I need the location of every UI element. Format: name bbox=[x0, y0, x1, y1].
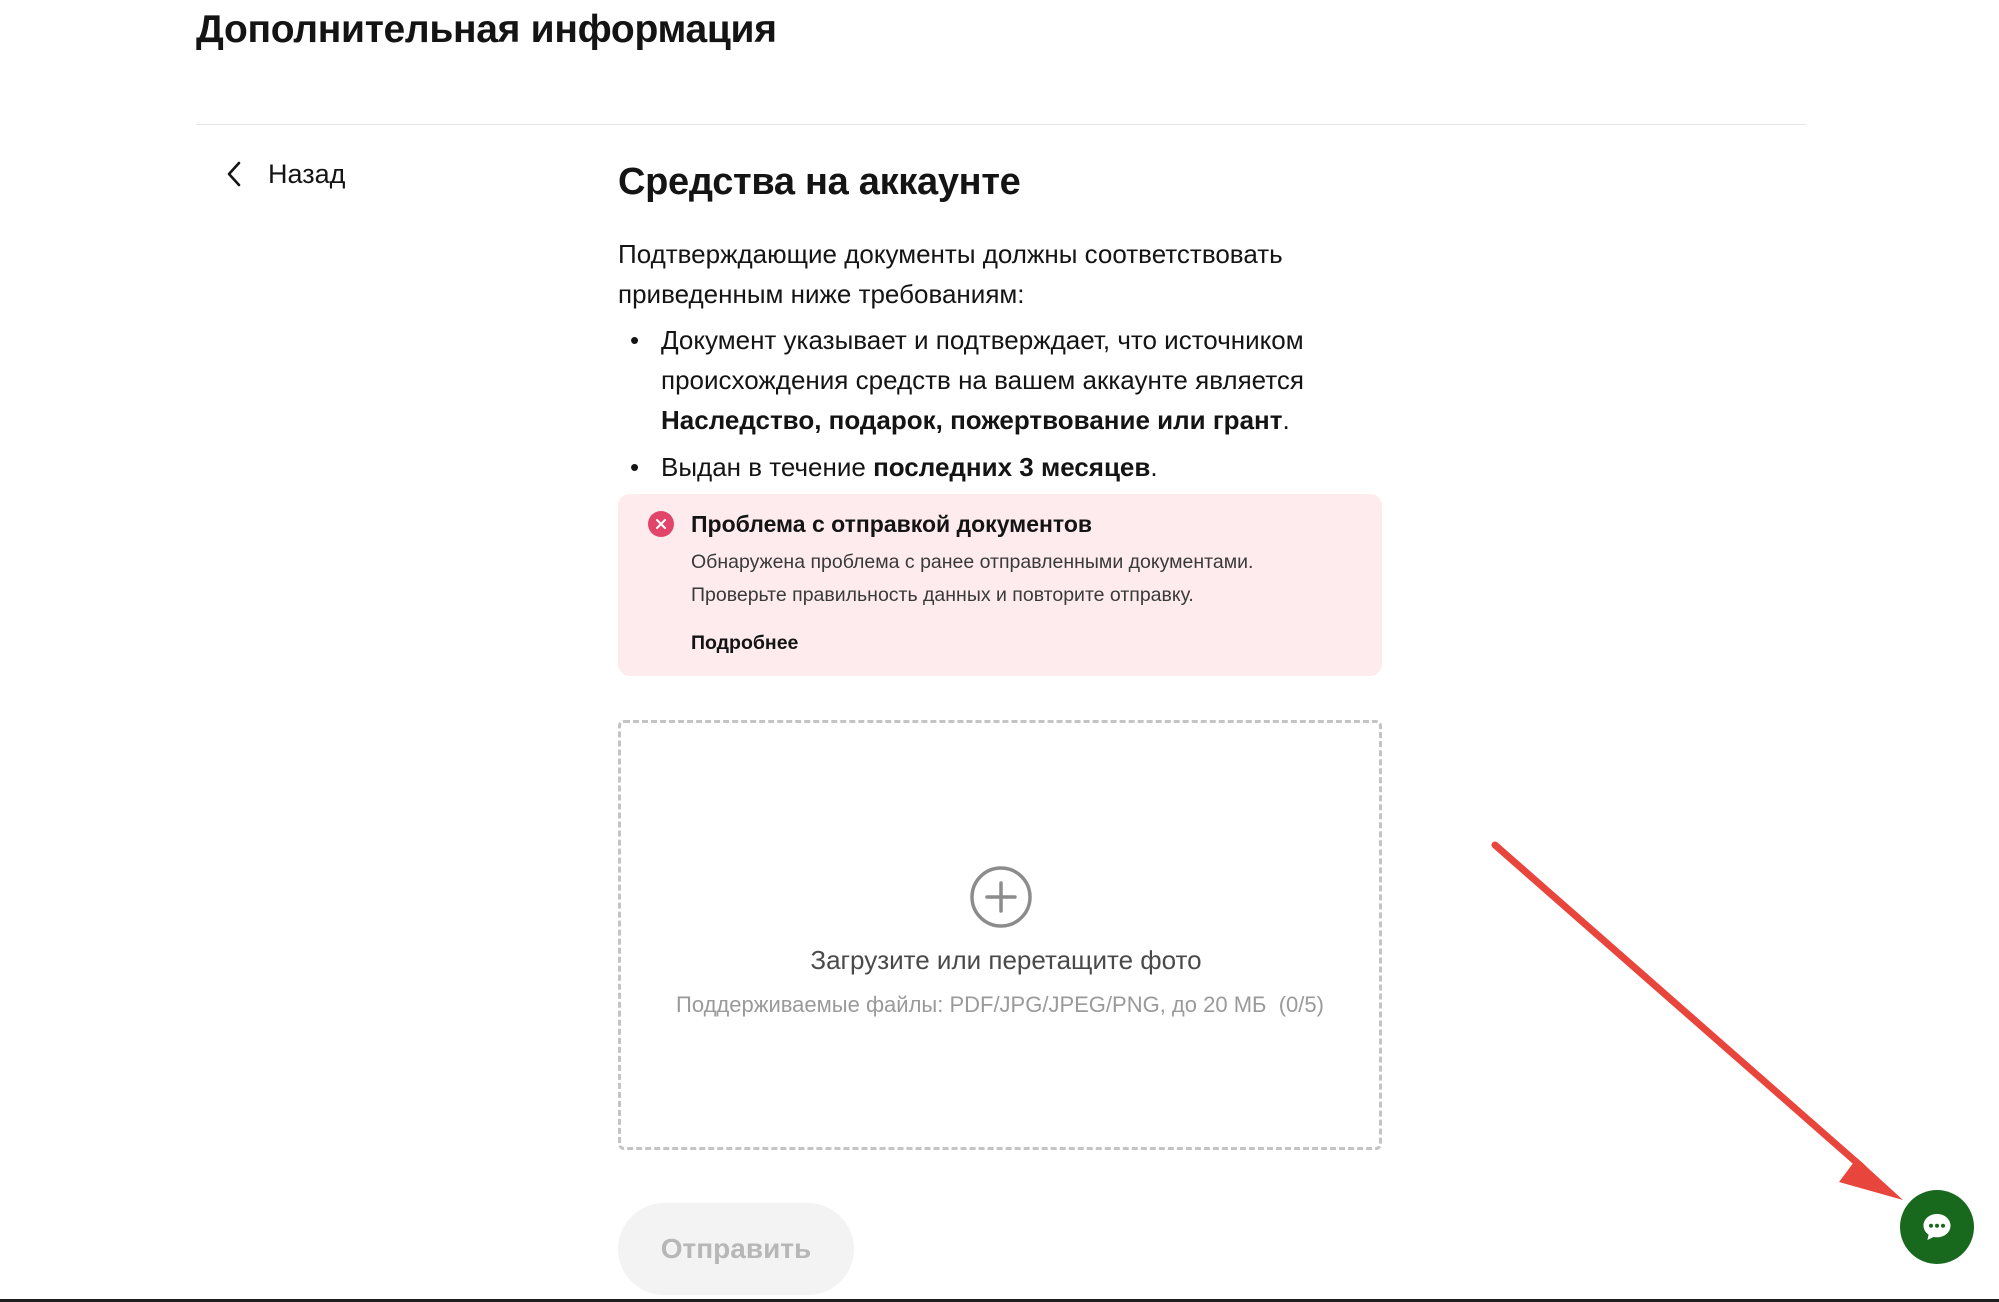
upload-count: (0/5) bbox=[1278, 992, 1324, 1017]
requirement-punct: . bbox=[1150, 452, 1158, 482]
upload-formats: Поддерживаемые файлы: PDF/JPG/JPEG/PNG, … bbox=[676, 992, 1267, 1017]
header-divider bbox=[196, 124, 1806, 125]
upload-hint: Поддерживаемые файлы: PDF/JPG/JPEG/PNG, … bbox=[621, 987, 1379, 1023]
error-x-circle-icon bbox=[648, 511, 674, 537]
error-alert: Проблема с отправкой документов Обнаруже… bbox=[618, 494, 1382, 676]
back-link[interactable]: Назад bbox=[224, 152, 345, 196]
main-content: Средства на аккаунте Подтверждающие доку… bbox=[618, 152, 1382, 676]
submit-button[interactable]: Отправить bbox=[618, 1203, 854, 1295]
alert-body: Обнаружена проблема с ранее отправленным… bbox=[691, 546, 1351, 612]
chat-bubble-icon bbox=[1923, 1214, 1951, 1240]
chevron-left-icon bbox=[227, 161, 241, 187]
alert-body-line: Проверьте правильность данных и повторит… bbox=[691, 584, 1194, 606]
requirement-emphasis: Наследство, подарок, пожертвование или г… bbox=[661, 405, 1283, 435]
alert-details-link[interactable]: Подробнее bbox=[691, 628, 798, 658]
upload-dropzone[interactable]: Загрузите или перетащите фото Поддержива… bbox=[618, 720, 1382, 1150]
chat-button[interactable] bbox=[1900, 1190, 1974, 1264]
requirement-item: • Документ указывает и подтверждает, что … bbox=[618, 320, 1382, 440]
requirement-text: Документ указывает и подтверждает, что и… bbox=[661, 325, 1304, 395]
requirement-item: • Выдан в течение последних 3 месяцев. bbox=[618, 447, 1382, 487]
alert-body-line: Обнаружена проблема с ранее отправленным… bbox=[691, 551, 1254, 573]
page-heading: Дополнительная информация bbox=[196, 8, 777, 51]
alert-title: Проблема с отправкой документов bbox=[691, 511, 1093, 537]
requirement-text: Выдан в течение bbox=[661, 452, 874, 482]
upload-title: Загрузите или перетащите фото bbox=[810, 945, 1202, 975]
bullet: • bbox=[630, 452, 640, 482]
back-link-label: Назад bbox=[268, 159, 346, 189]
section-title: Средства на аккаунте bbox=[618, 161, 1021, 203]
requirements-intro: Подтверждающие документы должны соответс… bbox=[618, 239, 1283, 309]
requirement-emphasis: последних 3 месяцев bbox=[873, 452, 1151, 482]
requirement-punct: . bbox=[1282, 405, 1290, 435]
plus-circle-icon bbox=[970, 866, 1032, 928]
requirements-list: • Документ указывает и подтверждает, что … bbox=[618, 320, 1382, 487]
bullet: • bbox=[630, 325, 640, 355]
